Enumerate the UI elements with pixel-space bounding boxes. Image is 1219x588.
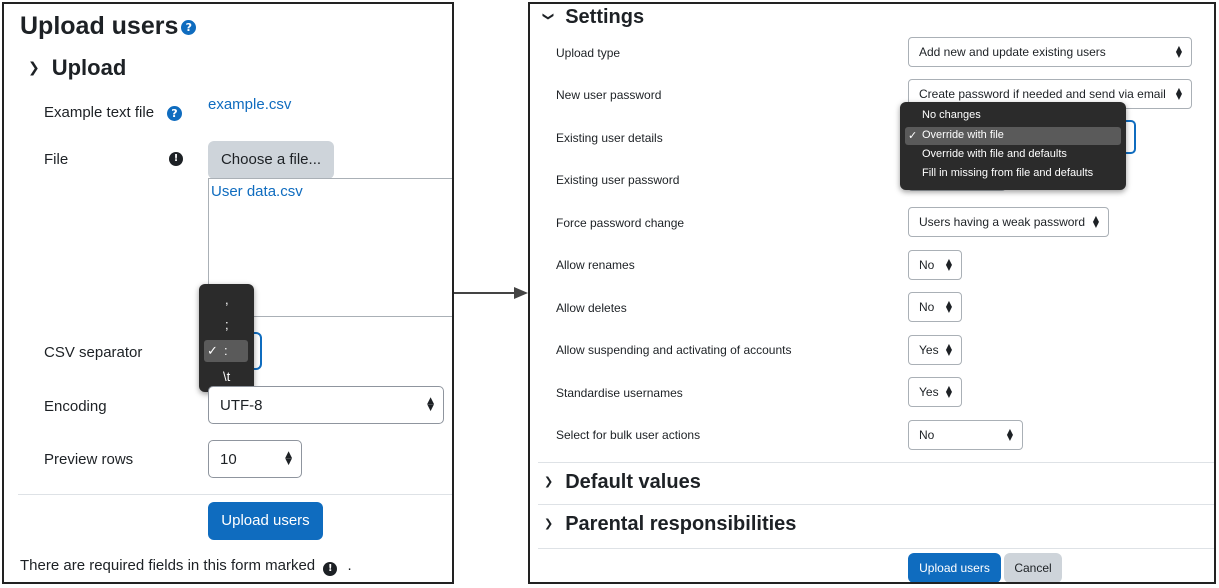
help-icon[interactable]: ? [181, 19, 197, 35]
csv-separator-dropdown[interactable]: , ; ✓ : \t [199, 284, 254, 392]
chevron-right-icon: ❯ [544, 517, 554, 530]
details-option-override[interactable]: ✓ Override with file [905, 127, 1121, 145]
details-option-override-label: Override with file [922, 129, 1004, 141]
select-arrow-icon: ▲ ▼ [285, 450, 292, 467]
allow-suspending-label: Allow suspending and activating of accou… [556, 343, 792, 357]
new-user-password-value: Create password if needed and send via e… [919, 87, 1166, 101]
select-arrow-icon: ▲ ▼ [945, 257, 952, 272]
details-option-fill-missing[interactable]: Fill in missing from file and defaults [922, 167, 1093, 179]
allow-deletes-label: Allow deletes [556, 301, 627, 315]
allow-suspending-value: Yes [919, 343, 939, 357]
existing-user-details-label: Existing user details [556, 131, 663, 145]
checkmark-icon: ✓ [207, 343, 218, 358]
required-fields-note: There are required fields in this form m… [20, 557, 352, 576]
divider [538, 462, 1214, 463]
preview-rows-label: Preview rows [44, 451, 134, 468]
left-panel: Upload users? ❯ Upload Example text file … [2, 2, 454, 584]
settings-title: Settings [565, 6, 645, 28]
force-password-change-label: Force password change [556, 216, 685, 230]
csv-separator-label: CSV separator [44, 344, 143, 361]
chevron-down-icon: ❯ [542, 11, 556, 22]
upload-type-label: Upload type [556, 46, 621, 60]
parental-responsibilities-header[interactable]: ❯ Parental responsibilities [544, 513, 796, 536]
default-values-title: Default values [565, 471, 701, 493]
upload-type-value: Add new and update existing users [919, 45, 1106, 59]
upload-users-button[interactable]: Upload users [908, 553, 1001, 582]
bulk-user-actions-value: No [919, 428, 935, 442]
page-title: Upload users? [20, 12, 197, 41]
example-help-icon[interactable]: ? [167, 106, 182, 121]
checkmark-icon: ✓ [908, 130, 918, 142]
encoding-value: UTF-8 [220, 396, 263, 414]
allow-deletes-select[interactable]: No ▲ ▼ [908, 292, 962, 322]
divider [538, 504, 1214, 505]
required-note-end: . [347, 557, 352, 574]
chevron-right-icon: ❯ [544, 475, 554, 488]
select-arrow-icon: ▲ ▼ [1175, 44, 1182, 59]
select-arrow-icon: ▲ ▼ [427, 396, 434, 413]
existing-user-details-dropdown[interactable]: No changes ✓ Override with file Override… [900, 102, 1126, 190]
choose-file-button[interactable]: Choose a file... [208, 141, 334, 179]
chevron-down-icon: ❯ [28, 60, 40, 76]
required-icon: ! [323, 562, 338, 576]
allow-renames-select[interactable]: No ▲ ▼ [908, 250, 962, 280]
required-icon: ! [169, 152, 183, 166]
force-password-change-value: Users having a weak password [919, 215, 1086, 229]
divider [538, 548, 1214, 549]
select-arrow-icon: ▲ ▼ [1092, 214, 1099, 229]
select-arrow-icon: ▲ ▼ [945, 384, 952, 399]
details-option-override-defaults[interactable]: Override with file and defaults [922, 148, 1067, 160]
divider [18, 494, 452, 495]
select-arrow-icon: ▲ ▼ [1175, 86, 1182, 101]
file-label: File [44, 151, 69, 168]
right-panel: ❯ Settings Upload type New user password … [528, 2, 1216, 584]
preview-rows-select[interactable]: 10 ▲ ▼ [208, 440, 302, 478]
select-arrow-icon: ▲ ▼ [945, 299, 952, 314]
standardise-usernames-select[interactable]: Yes ▲ ▼ [908, 377, 962, 407]
csv-option-tab[interactable]: \t [223, 369, 230, 384]
select-arrow-icon: ▲ ▼ [945, 342, 952, 357]
upload-section-title: Upload [51, 55, 127, 80]
csv-option-colon-label: : [224, 343, 228, 358]
new-user-password-label: New user password [556, 88, 662, 102]
existing-user-password-label: Existing user password [556, 173, 680, 187]
required-note-text: There are required fields in this form m… [20, 557, 316, 574]
default-values-header[interactable]: ❯ Default values [544, 471, 701, 494]
allow-deletes-value: No [919, 300, 935, 314]
standardise-usernames-value: Yes [919, 385, 939, 399]
encoding-select[interactable]: UTF-8 ▲ ▼ [208, 386, 444, 424]
preview-rows-value: 10 [220, 450, 237, 468]
encoding-label: Encoding [44, 398, 107, 415]
bulk-user-actions-label: Select for bulk user actions [556, 428, 701, 442]
standardise-usernames-label: Standardise usernames [556, 386, 683, 400]
csv-option-colon[interactable]: ✓ : [204, 340, 248, 362]
bulk-user-actions-select[interactable]: No ▲ ▼ [908, 420, 1023, 450]
upload-section-header[interactable]: ❯ Upload [28, 55, 126, 81]
allow-renames-value: No [919, 258, 935, 272]
right-arrow-icon [454, 287, 528, 299]
example-csv-link[interactable]: example.csv [208, 96, 291, 113]
upload-type-select[interactable]: Add new and update existing users ▲ ▼ [908, 37, 1192, 67]
details-option-no-changes[interactable]: No changes [922, 109, 981, 121]
example-text-label: Example text file [44, 104, 155, 121]
uploaded-file-name[interactable]: User data.csv [211, 183, 303, 200]
cancel-button[interactable]: Cancel [1004, 553, 1062, 582]
csv-option-semicolon[interactable]: ; [225, 317, 229, 332]
settings-section-header[interactable]: ❯ Settings [542, 6, 645, 29]
select-arrow-icon: ▲ ▼ [1006, 427, 1013, 442]
parental-responsibilities-title: Parental responsibilities [565, 513, 797, 535]
page-title-text: Upload users [20, 12, 179, 40]
upload-users-button[interactable]: Upload users [208, 502, 323, 540]
allow-suspending-select[interactable]: Yes ▲ ▼ [908, 335, 962, 365]
csv-option-comma[interactable]: , [225, 292, 229, 307]
allow-renames-label: Allow renames [556, 258, 635, 272]
force-password-change-select[interactable]: Users having a weak password ▲ ▼ [908, 207, 1109, 237]
